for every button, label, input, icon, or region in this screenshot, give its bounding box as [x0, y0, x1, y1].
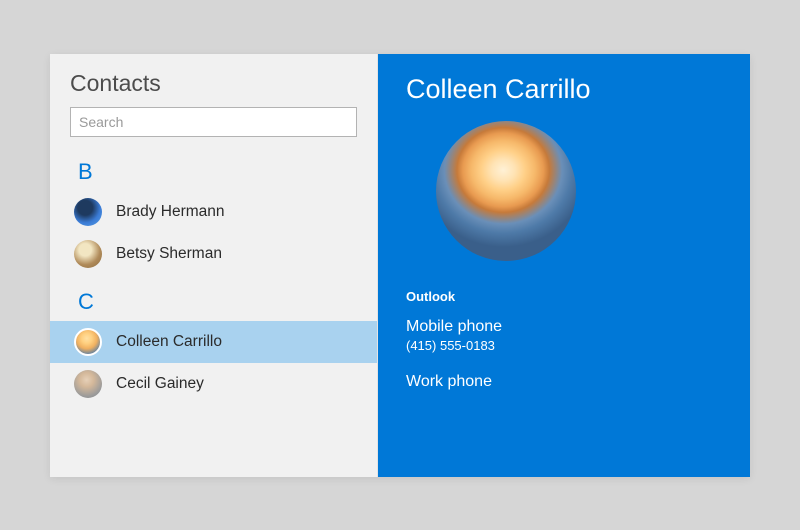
avatar — [74, 370, 102, 398]
avatar — [74, 198, 102, 226]
contact-row[interactable]: Colleen Carrillo — [50, 321, 377, 363]
contact-fields: Mobile phone (415) 555-0183 Work phone — [406, 318, 722, 391]
contact-row[interactable]: Betsy Sherman — [50, 233, 377, 275]
field-label: Mobile phone — [406, 318, 722, 336]
contacts-list: B Brady Hermann Betsy Sherman C Colleen Carr… — [50, 145, 377, 405]
contact-detail-pane: Colleen Carrillo Outlook Mobile phone (41… — [378, 54, 750, 477]
contact-row[interactable]: Cecil Gainey — [50, 363, 377, 405]
group-header[interactable]: C — [50, 275, 377, 321]
contacts-window: Contacts BBrady HermannBetsy ShermanCCol… — [50, 54, 750, 477]
pane-title: Contacts — [50, 54, 377, 107]
contact-name: Brady Hermann — [116, 203, 225, 221]
avatar — [74, 240, 102, 268]
avatar — [74, 328, 102, 356]
contact-name: Cecil Gainey — [116, 375, 204, 393]
contact-name: Colleen Carrillo — [116, 333, 222, 351]
field-value: (415) 555-0183 — [406, 338, 722, 353]
search-input[interactable] — [70, 107, 357, 137]
field-label: Work phone — [406, 373, 722, 391]
group-header[interactable]: B — [50, 145, 377, 191]
contact-name: Betsy Sherman — [116, 245, 222, 263]
avatar — [436, 121, 576, 261]
contact-row[interactable]: Brady Hermann — [50, 191, 377, 233]
contact-detail-name: Colleen Carrillo — [406, 74, 722, 105]
contact-source: Outlook — [406, 289, 722, 304]
contacts-list-pane: Contacts B Brady Hermann Betsy Sherman C Col… — [50, 54, 378, 477]
